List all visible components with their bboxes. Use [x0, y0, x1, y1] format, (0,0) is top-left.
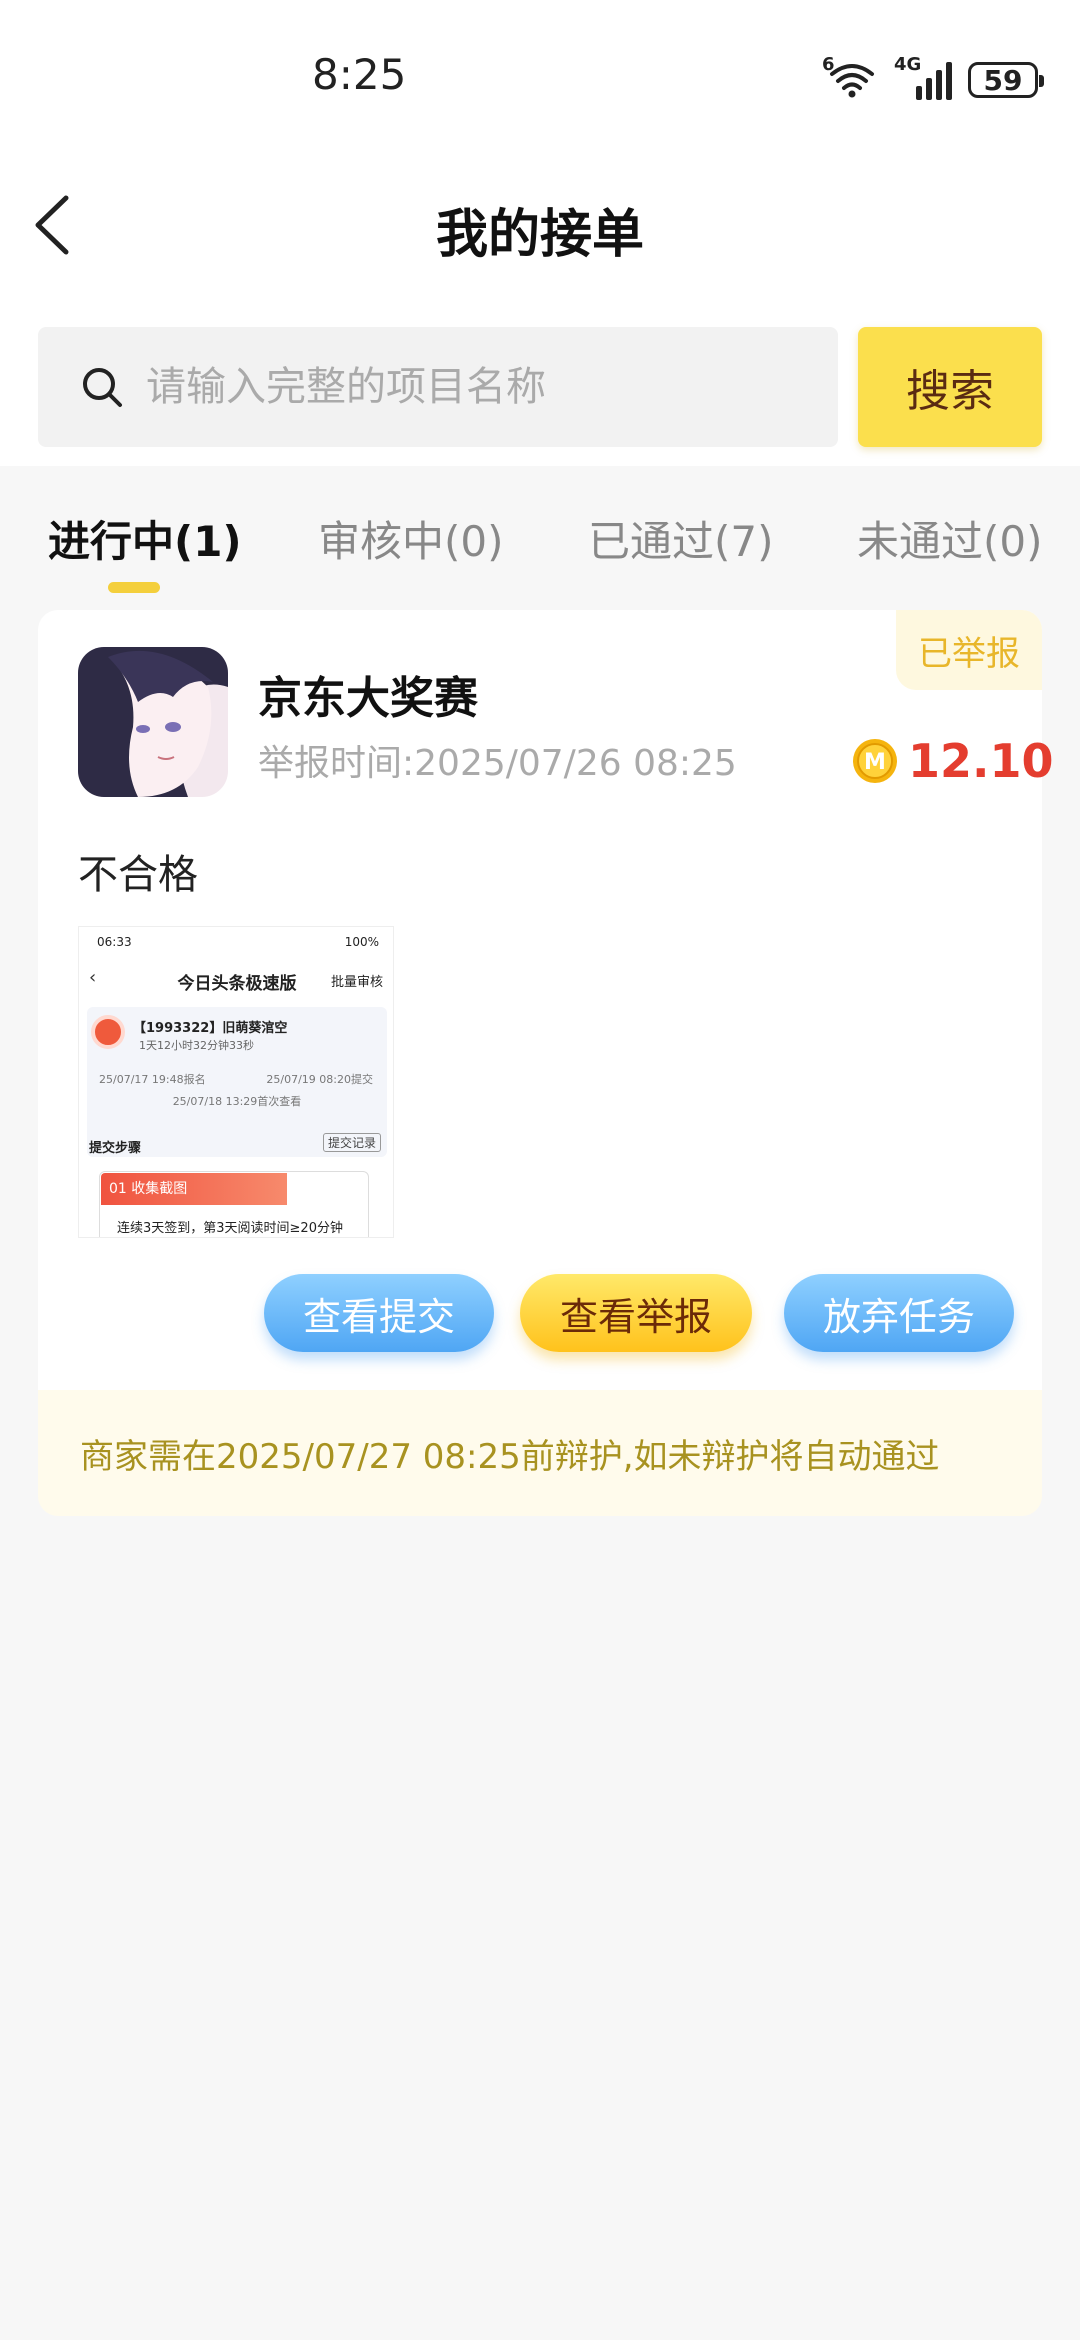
result-text: 不合格 [78, 852, 198, 898]
thumb-date-first-view: 25/07/18 13:29首次查看 [172, 1095, 302, 1108]
thumb-date-signup: 25/07/17 19:48报名 [99, 1073, 206, 1086]
active-tab-indicator [108, 582, 160, 593]
thumb-record-label: 提交记录 [322, 1133, 381, 1152]
search-icon [83, 368, 122, 407]
tab-approved[interactable]: 已通过(7) [588, 508, 774, 569]
status-time: 8:25 [312, 50, 407, 99]
tab-in-progress[interactable]: 进行中(1) [48, 508, 242, 569]
reported-badge: 已举报 [896, 610, 1042, 690]
thumb-duration: 1天12小时32分钟33秒 [139, 1039, 254, 1052]
report-time: 举报时间:2025/07/26 08:25 [258, 743, 737, 784]
thumb-date-submit: 25/07/19 08:20提交 [266, 1073, 373, 1086]
thumb-status-time: 06:33 [97, 935, 132, 949]
thumb-step-title: 01 收集截图 [101, 1173, 287, 1205]
signal-tag: 4G [894, 54, 922, 75]
tab-under-review[interactable]: 审核中(0) [318, 508, 504, 569]
task-avatar [78, 647, 228, 797]
thumb-status-battery: 100% [344, 935, 379, 949]
search-input[interactable] [146, 327, 838, 447]
notice-text: 商家需在2025/07/27 08:25前辩护,如未辩护将自动通过 [80, 1436, 940, 1477]
page-title: 我的接单 [435, 205, 644, 265]
submission-screenshot[interactable]: 06:33 100% ‹ 今日头条极速版 批量审核 【1993322】旧萌葵涫空… [78, 926, 394, 1238]
thumb-user: 【1993322】旧萌葵涫空 [133, 1021, 288, 1036]
thumb-batch-review: 批量审核 [330, 975, 383, 990]
tab-rejected[interactable]: 未通过(0) [857, 508, 1043, 569]
coin-letter: M [864, 750, 886, 775]
battery-indicator: 59 [968, 62, 1044, 98]
view-submission-button[interactable]: 查看提交 [264, 1274, 494, 1352]
coin-icon: M [853, 739, 897, 783]
cellular-signal-icon: 4G [894, 54, 952, 100]
thumb-step-desc: 连续3天签到，第3天阅读时间≥20分钟 [117, 1221, 343, 1236]
search-box [38, 327, 838, 447]
wifi-tag: 6 [822, 54, 835, 75]
thumb-steps-label: 提交步骤 [89, 1141, 142, 1156]
defense-deadline-notice: 商家需在2025/07/27 08:25前辩护,如未辩护将自动通过 [38, 1390, 1042, 1516]
search-button[interactable]: 搜索 [858, 327, 1042, 447]
task-name: 京东大奖赛 [258, 673, 478, 724]
thumb-user-avatar [91, 1015, 125, 1049]
view-report-button[interactable]: 查看举报 [520, 1274, 752, 1352]
status-icons: 6 4G 59 [822, 54, 1044, 102]
abandon-task-button[interactable]: 放弃任务 [784, 1274, 1014, 1352]
reward-amount: 12.10 [908, 734, 1054, 788]
wifi-icon: 6 [822, 54, 878, 100]
